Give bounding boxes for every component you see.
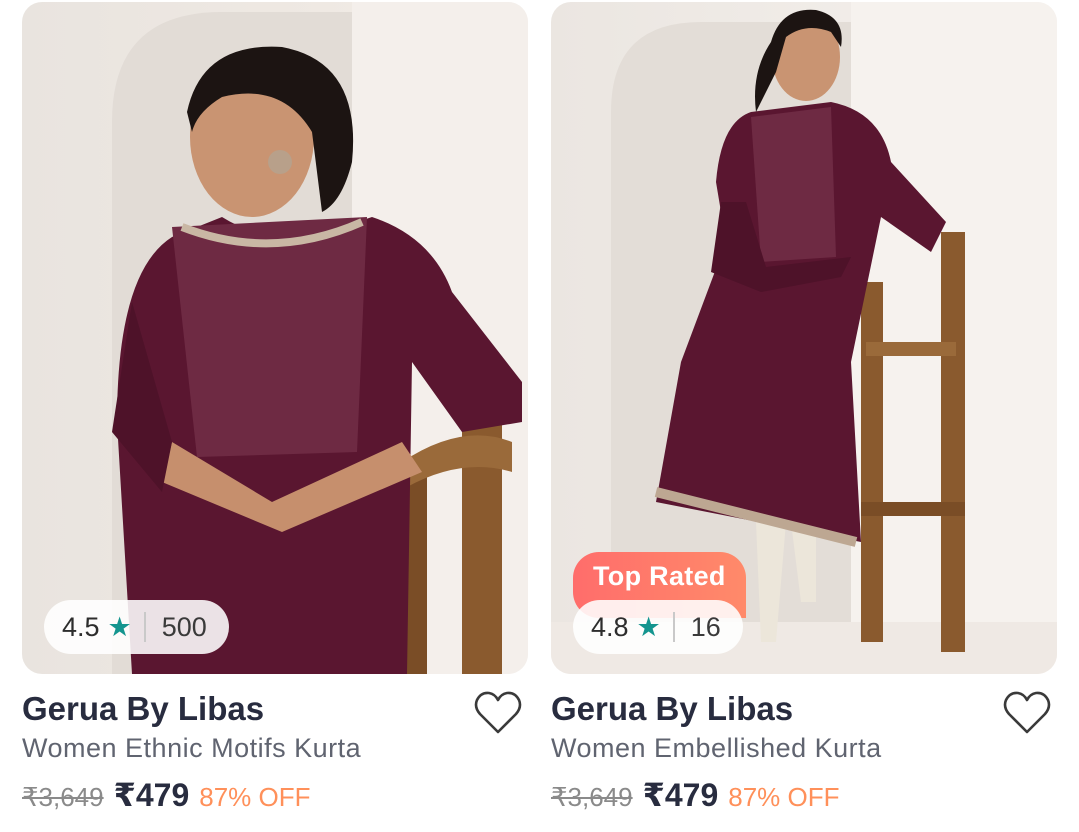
rating-pill: 4.8 ★ 16 (573, 600, 743, 654)
discount-label: 87% OFF (199, 782, 311, 812)
heart-outline-icon (474, 691, 522, 734)
product-image[interactable]: Top Rated 4.8 ★ 16 (551, 2, 1057, 674)
rating-count: 500 (161, 611, 207, 642)
product-grid: 4.5 ★ 500 Gerua By Libas Women Ethnic Mo… (0, 0, 1079, 832)
divider (143, 612, 146, 642)
divider (672, 612, 675, 642)
wishlist-button[interactable] (1003, 690, 1051, 736)
product-card[interactable]: 4.5 ★ 500 Gerua By Libas Women Ethnic Mo… (22, 0, 530, 832)
rating-pill: 4.5 ★ 500 (44, 600, 229, 654)
product-image[interactable]: 4.5 ★ 500 (22, 2, 528, 674)
brand-name: Gerua By Libas (551, 690, 794, 727)
brand-name: Gerua By Libas (22, 690, 265, 727)
heart-outline-icon (1003, 691, 1051, 734)
original-price: ₹3,649 (22, 782, 104, 812)
sale-price: ₹479 (113, 777, 190, 813)
rating-value: 4.8 (591, 611, 629, 642)
original-price: ₹3,649 (551, 782, 633, 812)
sale-price: ₹479 (642, 777, 719, 813)
product-photo (22, 2, 528, 674)
product-title: Women Ethnic Motifs Kurta (22, 733, 362, 763)
rating-value: 4.5 (62, 611, 100, 642)
rating-count: 16 (690, 611, 721, 642)
price-row: ₹3,649 ₹479 87% OFF (551, 776, 840, 814)
discount-label: 87% OFF (728, 782, 840, 812)
product-card[interactable]: Top Rated 4.8 ★ 16 Gerua By Libas Women … (551, 0, 1059, 832)
wishlist-button[interactable] (474, 690, 522, 736)
star-icon: ★ (107, 611, 132, 642)
price-row: ₹3,649 ₹479 87% OFF (22, 776, 311, 814)
star-icon: ★ (636, 611, 661, 642)
product-title: Women Embellished Kurta (551, 733, 882, 763)
